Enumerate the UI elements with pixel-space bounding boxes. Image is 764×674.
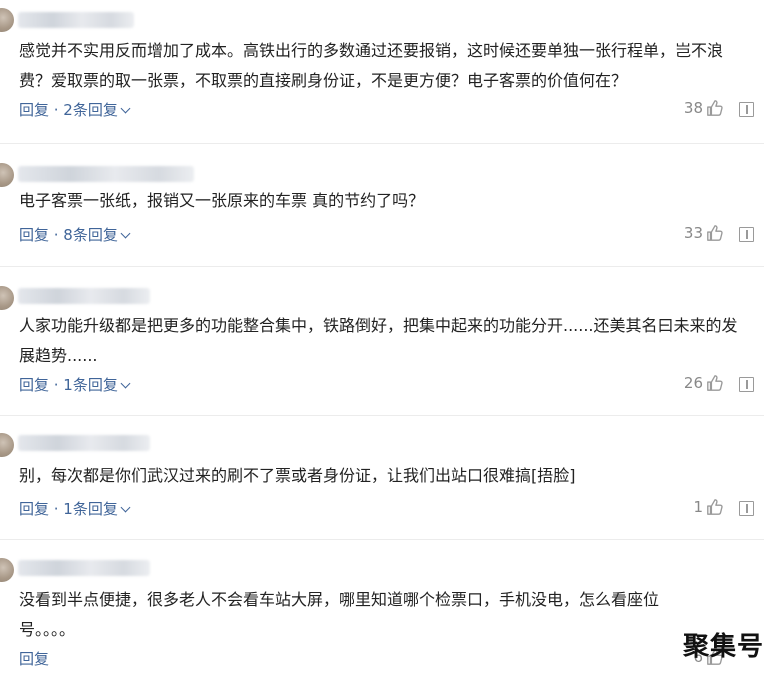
- report-icon[interactable]: [739, 227, 754, 242]
- username-blurred[interactable]: [18, 166, 194, 182]
- comment-text: 人家功能升级都是把更多的功能整合集中，铁路倒好，把集中起来的功能分开......…: [19, 316, 738, 365]
- avatar[interactable]: [0, 163, 14, 187]
- like-button[interactable]: 26: [684, 374, 724, 392]
- avatar[interactable]: [0, 286, 14, 310]
- like-button[interactable]: 33: [684, 224, 724, 242]
- thumbs-up-icon: [707, 499, 723, 515]
- divider: [0, 143, 764, 144]
- chevron-down-icon: [120, 502, 131, 513]
- like-button[interactable]: 38: [684, 99, 724, 117]
- reply-link[interactable]: 回复 · 1条回复: [19, 498, 131, 519]
- divider: [0, 415, 764, 416]
- divider: [0, 266, 764, 267]
- comment-text: 没看到半点便捷，很多老人不会看车站大屏，哪里知道哪个检票口，手机没电，怎么看座位…: [19, 590, 660, 639]
- report-icon[interactable]: [739, 377, 754, 392]
- reply-link[interactable]: 回复 · 2条回复: [19, 99, 131, 120]
- username-blurred[interactable]: [18, 12, 134, 28]
- thumbs-up-icon: [707, 100, 723, 116]
- comment-text: 感觉并不实用反而增加了成本。高铁出行的多数通过还要报销，这时候还要单独一张行程单…: [19, 41, 724, 90]
- watermark-logo: 聚集号: [683, 632, 764, 662]
- divider: [0, 539, 764, 540]
- like-count: 26: [683, 374, 703, 392]
- like-button[interactable]: 1: [693, 498, 724, 516]
- comment-text: 别，每次都是你们武汉过来的刷不了票或者身份证，让我们出站口很难搞[捂脸]: [19, 466, 576, 485]
- like-count: 33: [683, 224, 703, 242]
- like-count: 38: [683, 99, 703, 117]
- chevron-down-icon: [120, 228, 131, 239]
- thumbs-up-icon: [707, 225, 723, 241]
- comment-text: 电子客票一张纸，报销又一张原来的车票 真的节约了吗？: [19, 191, 425, 210]
- username-blurred[interactable]: [18, 288, 150, 304]
- like-count: 1: [693, 498, 703, 516]
- reply-link[interactable]: 回复: [19, 648, 49, 669]
- avatar[interactable]: [0, 8, 14, 32]
- chevron-down-icon: [120, 103, 131, 114]
- username-blurred[interactable]: [18, 435, 150, 451]
- report-icon[interactable]: [739, 501, 754, 516]
- avatar[interactable]: [0, 433, 14, 457]
- avatar[interactable]: [0, 558, 14, 582]
- username-blurred[interactable]: [18, 560, 150, 576]
- thumbs-up-icon: [707, 375, 723, 391]
- reply-link[interactable]: 回复 · 8条回复: [19, 224, 131, 245]
- report-icon[interactable]: [739, 102, 754, 117]
- reply-link[interactable]: 回复 · 1条回复: [19, 374, 131, 395]
- chevron-down-icon: [120, 378, 131, 389]
